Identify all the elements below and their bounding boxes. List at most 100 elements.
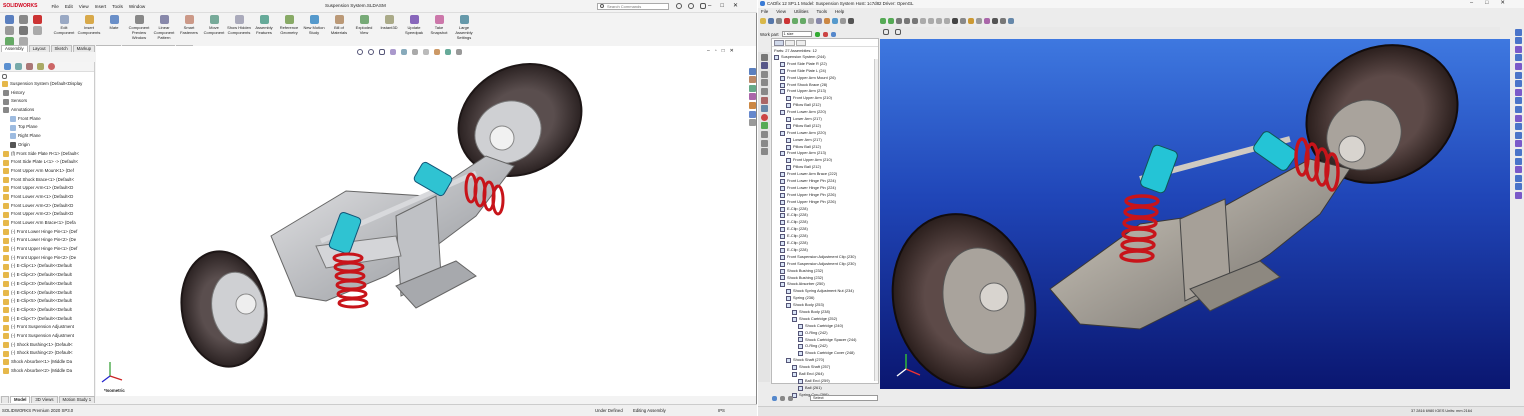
wireframe-icon[interactable] xyxy=(960,18,966,24)
list-icon[interactable] xyxy=(840,18,846,24)
edge-tool-icon[interactable] xyxy=(760,79,768,87)
tree-item[interactable]: Front Lower Arm<1> (Default<D xyxy=(0,193,94,202)
right-tool-19-icon[interactable] xyxy=(1515,183,1522,191)
tree-item[interactable]: Front Plane xyxy=(0,115,94,124)
tree-tab-errors[interactable] xyxy=(796,39,806,46)
tree-item[interactable]: (-) Front Lower Hinge Pin<2> (De xyxy=(0,236,94,245)
minimize-icon[interactable]: – xyxy=(708,3,711,9)
tree-item[interactable]: Shock Absorber<2> (Middle Da xyxy=(0,367,94,376)
tree-tab-model[interactable] xyxy=(774,39,784,46)
layers-icon[interactable] xyxy=(992,18,998,24)
cadfix-tree-item[interactable]: Front Upper Hinge Pin (226) xyxy=(772,199,878,206)
options-icon[interactable] xyxy=(700,3,706,9)
ribbon-button-7[interactable]: Show Hidden Components xyxy=(227,15,251,45)
right-tool-16-icon[interactable] xyxy=(1515,157,1522,165)
tree-item[interactable]: History xyxy=(0,89,94,98)
cadfix-tree-item[interactable]: Shock Bushing (232) xyxy=(772,275,878,282)
sw-menu-file[interactable]: File xyxy=(51,4,58,9)
select-icon[interactable] xyxy=(33,26,42,35)
bottom-tab[interactable]: Model xyxy=(10,396,31,403)
sw-menu-edit[interactable]: Edit xyxy=(65,4,73,9)
cadfix-minimize-icon[interactable]: – xyxy=(1470,0,1473,6)
ribbon-button-6[interactable]: Move Component xyxy=(202,15,226,45)
view-palette-icon[interactable] xyxy=(748,93,756,101)
zoom-out-icon[interactable] xyxy=(928,18,934,24)
cadfix-menu-item[interactable]: View xyxy=(776,9,786,14)
cadfix-tree-item[interactable]: Shock Body (238) xyxy=(772,309,878,316)
appearances-icon[interactable] xyxy=(748,101,756,109)
tree-tab-parts[interactable] xyxy=(785,39,795,46)
filter-icon[interactable] xyxy=(816,18,822,24)
tree-item[interactable]: Sensors xyxy=(0,97,94,106)
cadfix-tree-item[interactable]: Lower Arm (217) xyxy=(772,137,878,144)
cadfix-tree-item[interactable]: Shock Body (253) xyxy=(772,302,878,309)
export-tool-icon[interactable] xyxy=(760,139,768,147)
help-icon[interactable] xyxy=(688,3,694,9)
cadfix-tree-item[interactable]: Front Upper Arm (213) xyxy=(772,150,878,157)
undo-icon[interactable] xyxy=(5,26,14,35)
tree-item[interactable]: (-) Front Upper Hinge Pin<1> (Def xyxy=(0,245,94,254)
right-tool-9-icon[interactable] xyxy=(1515,97,1522,105)
cadfix-tree-item[interactable]: Shock Shaft (257) xyxy=(772,364,878,371)
cadfix-menu-item[interactable]: Help xyxy=(835,9,844,14)
right-tool-5-icon[interactable] xyxy=(1515,62,1522,70)
tree-item[interactable]: Annotations xyxy=(0,106,94,115)
workpart-info-icon[interactable] xyxy=(830,31,836,37)
right-tool-1-icon[interactable] xyxy=(1515,28,1522,36)
view-top-icon[interactable] xyxy=(904,18,910,24)
new-document-icon[interactable] xyxy=(19,15,28,24)
repair-tool-icon[interactable] xyxy=(760,96,768,104)
ribbon-button-3[interactable]: Component Preview Window xyxy=(127,15,151,45)
print-icon[interactable] xyxy=(776,18,782,24)
tree-item[interactable]: (-) Front Upper Hinge Pin<2> (De xyxy=(0,254,94,263)
sw-menu-view[interactable]: View xyxy=(79,4,89,9)
cadfix-tree-item[interactable]: E-Clip (228) xyxy=(772,219,878,226)
section-icon[interactable] xyxy=(984,18,990,24)
property-manager-icon[interactable] xyxy=(15,63,22,70)
file-explorer-icon[interactable] xyxy=(748,84,756,92)
cadfix-tree-item[interactable]: Front Lower Hinge Pin (224) xyxy=(772,178,878,185)
check-tool-icon[interactable] xyxy=(760,122,768,130)
measure-icon[interactable] xyxy=(976,18,982,24)
bottom-tool-2-icon[interactable] xyxy=(780,395,785,401)
right-tool-6-icon[interactable] xyxy=(1515,71,1522,79)
resources-icon[interactable] xyxy=(748,67,756,75)
cadfix-menu-item[interactable]: Tools xyxy=(816,9,827,14)
tree-item[interactable]: Front Lower Arm<2> (Default<D xyxy=(0,202,94,211)
right-tool-11-icon[interactable] xyxy=(1515,114,1522,122)
tree-item[interactable]: (-) E-Clip<7> (Default<<Default xyxy=(0,315,94,324)
cadfix-tree-item[interactable]: Ball End (259) xyxy=(772,378,878,385)
tree-item[interactable]: (-) Front Lower Hinge Pin<1> (Def xyxy=(0,228,94,237)
user-icon[interactable] xyxy=(676,3,682,9)
close-icon[interactable]: ✕ xyxy=(733,2,738,9)
right-tool-10-icon[interactable] xyxy=(1515,105,1522,113)
layer-tool-icon[interactable] xyxy=(760,130,768,138)
tree-item[interactable]: Front Upper Arm<2> (Default<D xyxy=(0,210,94,219)
ribbon-button-10[interactable]: New Motion Study xyxy=(302,15,326,45)
tree-item[interactable]: Right Plane xyxy=(0,132,94,141)
tree-item[interactable]: Front Shock Brace<1> (Default< xyxy=(0,176,94,185)
cadfix-tree-item[interactable]: Lower Arm (217) xyxy=(772,116,878,123)
solidworks-forum-icon[interactable] xyxy=(748,119,756,127)
tree-item[interactable]: Shock Absorber<1> (Middle Da xyxy=(0,358,94,367)
cadfix-tree-item[interactable]: Pillow Ball (212) xyxy=(772,164,878,171)
bottom-tab[interactable]: Motion Study 1 xyxy=(58,396,96,403)
print-icon[interactable] xyxy=(19,26,28,35)
home-icon[interactable] xyxy=(5,15,14,24)
sw-suspension-model[interactable] xyxy=(96,46,746,396)
ribbon-button-2[interactable]: Mate xyxy=(102,15,126,45)
display-manager-icon[interactable] xyxy=(48,63,55,70)
right-tool-13-icon[interactable] xyxy=(1515,131,1522,139)
cadfix-menu-item[interactable]: Utilities xyxy=(794,9,809,14)
cmd-tab[interactable]: Layout xyxy=(28,45,50,52)
sw-graphics-area[interactable]: – ▫ □ ✕ *Isometric xyxy=(96,46,756,396)
select-mode-icon[interactable] xyxy=(832,18,838,24)
cadfix-tree-item[interactable]: Front Upper Arm (210) xyxy=(772,157,878,164)
tree-item[interactable]: (-) Front Suspension Adjustment xyxy=(0,323,94,332)
tree-item[interactable]: (-) E-Clip<5> (Default<<Default xyxy=(0,297,94,306)
cadfix-graphics-area[interactable] xyxy=(880,39,1510,389)
cadfix-tree-item[interactable]: Front Lower Arm (220) xyxy=(772,130,878,137)
tree-item[interactable]: Front Upper Arm Mount<1> (Def xyxy=(0,167,94,176)
tree-item[interactable]: (-) E-Clip<4> (Default<<Default xyxy=(0,289,94,298)
tree-item[interactable]: (-) E-Clip<6> (Default<<Default xyxy=(0,306,94,315)
